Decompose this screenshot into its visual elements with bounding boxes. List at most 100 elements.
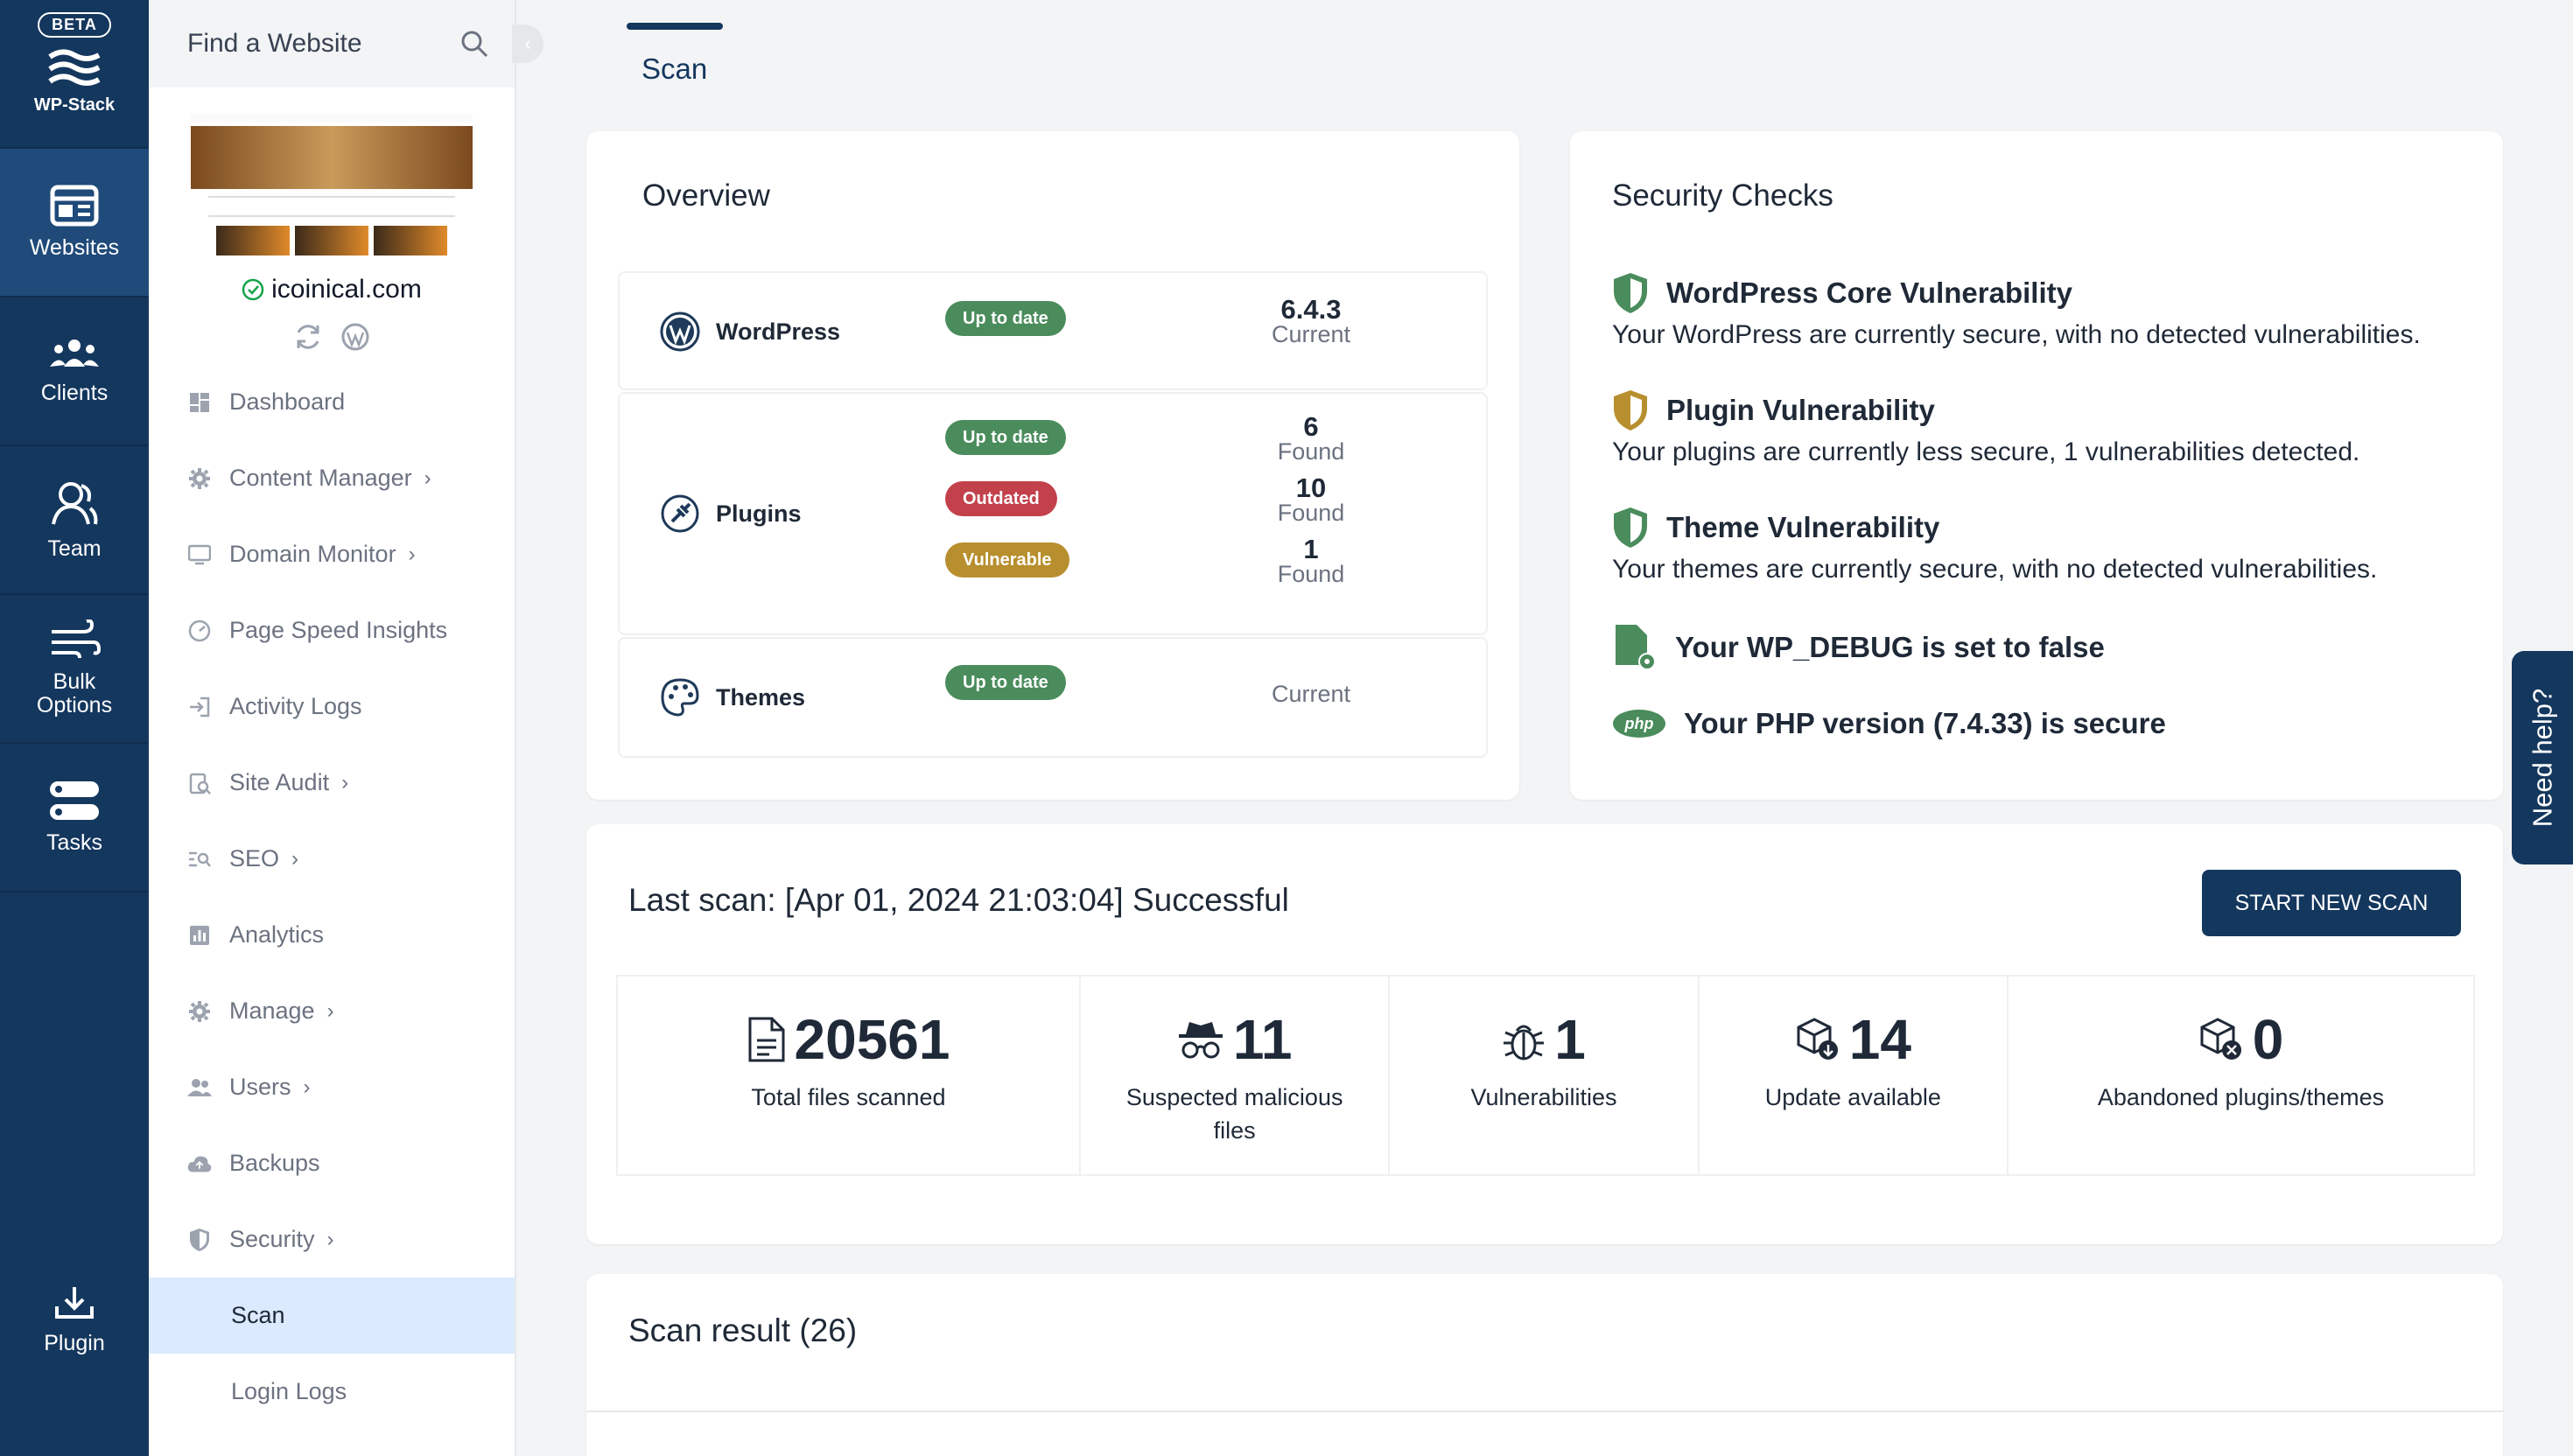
menu-item-page-speed-insights[interactable]: Page Speed Insights (149, 592, 515, 668)
stat-value: 1 (1554, 1008, 1586, 1071)
start-new-scan-button[interactable]: START NEW SCAN (2202, 870, 2461, 936)
site-thumbnail[interactable] (191, 114, 473, 262)
rail-item-websites[interactable]: Websites (0, 149, 149, 298)
menu-label: Login Logs (231, 1378, 347, 1404)
security-check-title: Theme Vulnerability (1666, 511, 1940, 543)
menu-item-backups[interactable]: Backups (149, 1125, 515, 1201)
security-checks-title: Security Checks (1612, 178, 1833, 213)
stat-label: Total files scanned (751, 1084, 946, 1110)
file-gear-icon (1616, 625, 1656, 670)
stat-label: Vulnerabilities (1470, 1084, 1617, 1110)
chevron-right-icon: › (408, 542, 416, 566)
menu-label: Activity Logs (229, 693, 362, 719)
security-check-core: WordPress Core Vulnerability Your WordPr… (1612, 271, 2421, 350)
package-abandoned-icon (2200, 1018, 2241, 1060)
security-check-theme: Theme Vulnerability Your themes are curr… (1612, 506, 2377, 584)
security-check-desc: Your plugins are currently less secure, … (1612, 438, 2360, 466)
search-icon[interactable] (460, 30, 488, 58)
chevron-right-icon: › (326, 998, 334, 1023)
overview-name: Plugins (660, 494, 802, 534)
menu-item-users[interactable]: Users › (149, 1049, 515, 1125)
menu-label: Backups (229, 1150, 320, 1176)
status-badge: Up to date (945, 420, 1066, 455)
security-checks-card: Security Checks WordPress Core Vulnerabi… (1570, 131, 2503, 800)
value-label: Found (1277, 500, 1345, 526)
shield-icon (187, 1228, 212, 1252)
menu-item-activity-logs[interactable]: Activity Logs (149, 668, 515, 745)
wordpress-icon[interactable] (340, 322, 370, 352)
wordpress-icon (660, 312, 700, 352)
menu-item-seo[interactable]: SEO › (149, 821, 515, 897)
menu-label: Scan (231, 1302, 285, 1328)
refresh-icon[interactable] (293, 322, 323, 352)
team-icon (52, 481, 98, 524)
submenu-item-login-logs[interactable]: Login Logs (149, 1354, 515, 1430)
submenu-item-scan[interactable]: Scan (149, 1278, 515, 1354)
menu-label: Users (229, 1074, 291, 1100)
scan-result-title: Scan result (26) (628, 1312, 858, 1348)
chevron-right-icon: › (341, 770, 349, 794)
menu-item-analytics[interactable]: Analytics (149, 897, 515, 973)
menu-label: Content Manager (229, 465, 412, 491)
overview-value: 6.4.3 Current (1232, 296, 1390, 346)
menu-item-content-manager[interactable]: Content Manager › (149, 440, 515, 516)
menu-item-manage[interactable]: Manage › (149, 973, 515, 1049)
collapse-sidebar-button[interactable]: ‹ (512, 24, 543, 63)
stat-malicious-files: 11 Suspected malicious files (1081, 976, 1391, 1174)
spy-icon (1178, 1022, 1223, 1059)
count-value: 6 (1303, 411, 1319, 442)
menu-label: Site Audit (229, 769, 330, 795)
stat-value: 20561 (794, 1008, 950, 1071)
rail-label: Team (47, 536, 102, 561)
overview-value: 6 Found (1232, 413, 1390, 464)
last-scan-title: Last scan: [Apr 01, 2024 21:03:04] Succe… (628, 882, 1289, 918)
menu-item-security[interactable]: Security › (149, 1201, 515, 1278)
stat-label: Abandoned plugins/themes (2097, 1084, 2385, 1110)
download-icon (55, 1286, 94, 1319)
rail-item-team[interactable]: Team (0, 446, 149, 595)
wp-stack-logo-icon (48, 49, 101, 86)
stat-abandoned: 0 Abandoned plugins/themes (2009, 976, 2473, 1174)
menu-item-dashboard[interactable]: Dashboard (149, 364, 515, 440)
main-rail: BETA WP-Stack Websites Clients Team Bulk… (0, 0, 149, 1456)
tasks-icon (50, 780, 99, 820)
rail-label: Bulk Options (36, 668, 113, 718)
debug-status: Your WP_DEBUG is set to false (1675, 631, 2105, 663)
chevron-right-icon: › (326, 1227, 334, 1251)
rail-item-clients[interactable]: Clients (0, 298, 149, 446)
stat-label: Suspected malicious files (1125, 1084, 1343, 1144)
site-domain: icoinical.com (271, 275, 422, 304)
site-menu: Dashboard Content Manager › Domain Monit… (149, 364, 515, 1430)
search-placeholder: Find a Website (187, 29, 362, 58)
tab-scan[interactable]: Scan (641, 52, 707, 86)
php-icon: php (1613, 710, 1665, 738)
menu-item-site-audit[interactable]: Site Audit › (149, 745, 515, 821)
brand-name: WP-Stack (33, 95, 116, 115)
search-input[interactable]: Find a Website (149, 0, 515, 88)
status-badge: Outdated (945, 481, 1057, 516)
rail-label: Clients (40, 380, 109, 405)
stat-updates-available: 14 Update available (1700, 976, 2009, 1174)
chevron-right-icon: › (303, 1074, 311, 1099)
stat-total-files: 20561 Total files scanned (618, 976, 1081, 1174)
wind-icon (52, 619, 101, 658)
security-check-debug: Your WP_DEBUG is set to false (1612, 623, 2105, 672)
overview-value: 10 Found (1232, 474, 1390, 525)
rail-item-plugin[interactable]: Plugin (0, 1246, 149, 1395)
login-icon (187, 696, 212, 718)
site-name[interactable]: icoinical.com (149, 275, 515, 304)
brand-logo[interactable]: BETA WP-Stack (0, 0, 149, 149)
last-scan-card: Last scan: [Apr 01, 2024 21:03:04] Succe… (586, 824, 2503, 1244)
beta-badge: BETA (38, 12, 111, 38)
clients-icon (50, 339, 99, 367)
rail-item-tasks[interactable]: Tasks (0, 744, 149, 892)
stat-value: 11 (1232, 1008, 1293, 1071)
stat-label: Update available (1764, 1084, 1941, 1110)
status-badge: Up to date (945, 665, 1066, 700)
rail-item-bulk-options[interactable]: Bulk Options (0, 595, 149, 744)
stat-vulnerabilities: 1 Vulnerabilities (1390, 976, 1700, 1174)
scan-result-card: Scan result (26) (586, 1274, 2503, 1456)
need-help-button[interactable]: Need help? (2512, 651, 2573, 864)
menu-item-domain-monitor[interactable]: Domain Monitor › (149, 516, 515, 592)
stat-value: 14 (1848, 1008, 1911, 1071)
